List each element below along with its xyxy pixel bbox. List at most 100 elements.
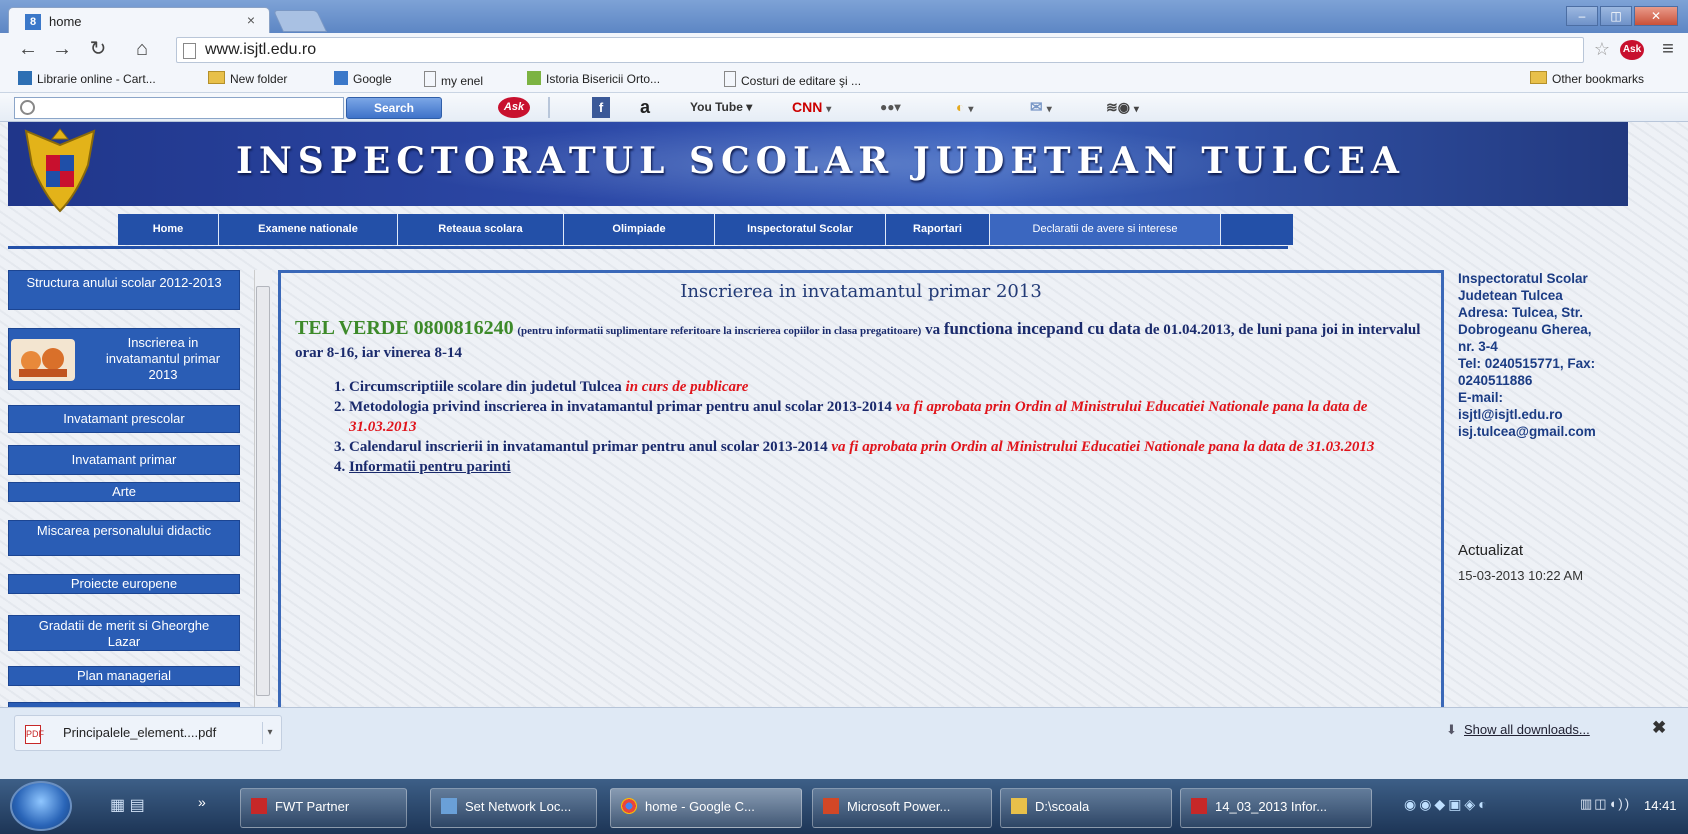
menu-icon[interactable]: ≡ bbox=[1656, 38, 1680, 62]
tab-close-button[interactable]: × bbox=[247, 12, 255, 28]
task-pdf[interactable]: 14_03_2013 Infor... bbox=[1180, 788, 1372, 828]
sidebar-scrollbar-thumb[interactable] bbox=[256, 286, 270, 696]
bookmark-google[interactable]: Google bbox=[334, 71, 392, 86]
network-icon bbox=[441, 798, 457, 814]
site-title: INSPECTORATUL SCOLAR JUDETEAN TULCEA bbox=[236, 140, 1405, 182]
show-all-downloads-link[interactable]: Show all downloads... bbox=[1464, 722, 1590, 737]
menu-home[interactable]: Home bbox=[118, 214, 219, 245]
steps-list: Circumscriptiile scolare din judetul Tul… bbox=[321, 377, 1431, 477]
close-icon[interactable]: ✖ bbox=[1652, 718, 1666, 738]
volume-network-icons[interactable]: ▥◫◖)) bbox=[1580, 796, 1631, 812]
facebook-icon[interactable]: f bbox=[592, 97, 610, 118]
page-icon bbox=[183, 43, 196, 59]
sidebar-item-inscrierea[interactable]: Inscrierea in invatamantul primar 2013 bbox=[8, 328, 240, 390]
search-icon bbox=[20, 100, 35, 115]
sidebar-item-invatamant-prescolar[interactable]: Invatamant prescolar bbox=[8, 405, 240, 433]
maximize-button[interactable]: ◫ bbox=[1600, 6, 1632, 26]
home-icon[interactable]: ⌂ bbox=[130, 38, 154, 62]
folder-icon bbox=[1530, 71, 1547, 84]
download-item[interactable]: PDF Principalele_element....pdf ▾ bbox=[14, 715, 282, 751]
menu-divider bbox=[8, 246, 1288, 249]
bookmark-new-folder[interactable]: New folder bbox=[208, 71, 287, 86]
main-content: Inscrierea in invatamantul primar 2013 T… bbox=[278, 270, 1444, 707]
folder-icon bbox=[1011, 798, 1027, 814]
back-icon[interactable]: ← bbox=[16, 38, 40, 62]
close-window-button[interactable]: ✕ bbox=[1634, 6, 1678, 26]
mail-icon[interactable]: ✉ ▾ bbox=[1030, 97, 1080, 118]
sidebar-item-arte[interactable]: Arte bbox=[8, 482, 240, 502]
clock[interactable]: 14:41 bbox=[1644, 798, 1677, 813]
reload-icon[interactable]: ↻ bbox=[86, 38, 110, 62]
youtube-icon[interactable]: You Tube ▾ bbox=[690, 97, 768, 118]
menu-inspectoratul-scolar[interactable]: Inspectoratul Scolar bbox=[715, 214, 886, 245]
task-set-network[interactable]: Set Network Loc... bbox=[430, 788, 597, 828]
address-bar[interactable]: www.isjtl.edu.ro bbox=[176, 37, 1584, 63]
amazon-icon[interactable]: a bbox=[640, 97, 658, 118]
ask-extension-icon[interactable]: Ask bbox=[1620, 40, 1644, 60]
quick-launch-icons[interactable]: ▦ ▤ bbox=[110, 795, 150, 819]
download-arrow-icon: ⬇ bbox=[1446, 722, 1457, 737]
cnn-icon[interactable]: CNN ▾ bbox=[792, 97, 858, 118]
sun-icon[interactable]: ◐ ▾ bbox=[956, 97, 1006, 118]
tab-home[interactable]: 8 home × bbox=[8, 7, 270, 34]
other-bookmarks[interactable]: Other bookmarks bbox=[1530, 71, 1644, 86]
informatii-parinti-link[interactable]: Informatii pentru parinti bbox=[349, 459, 511, 475]
sidebar: Structura anului scolar 2012-2013 Inscri… bbox=[8, 270, 240, 707]
page-title: Inscrierea in invatamantul primar 2013 bbox=[680, 281, 1042, 302]
tel-verde-paragraph: TEL VERDE 0800816240 (pentru informatii … bbox=[295, 317, 1421, 361]
chevron-down-icon[interactable]: ▾ bbox=[262, 722, 277, 744]
system-tray: ◉◉◆▣◈◐ ▥◫◖)) 14:41 bbox=[1400, 788, 1688, 826]
toolbar-search-button[interactable]: Search bbox=[346, 97, 442, 119]
sidebar-item-invatamant-primar[interactable]: Invatamant primar bbox=[8, 445, 240, 475]
pdf-icon: PDF bbox=[25, 725, 44, 744]
menu-examene-nationale[interactable]: Examene nationale bbox=[219, 214, 398, 245]
tab-title: home bbox=[49, 14, 82, 29]
coat-of-arms-logo bbox=[16, 125, 104, 215]
sidebar-item-plan-managerial[interactable]: Plan managerial bbox=[8, 666, 240, 686]
toolbar-search-input[interactable] bbox=[14, 97, 344, 119]
menu-raportari[interactable]: Raportari bbox=[886, 214, 990, 245]
email-link[interactable]: isjtl@isjtl.edu.ro bbox=[1458, 406, 1678, 423]
task-powerpoint[interactable]: Microsoft Power... bbox=[812, 788, 992, 828]
bookmarks-bar: Librarie online - Cart... New folder Goo… bbox=[0, 66, 1688, 93]
quick-launch-chevron-icon[interactable]: » bbox=[198, 794, 206, 810]
list-item: Informatii pentru parinti bbox=[349, 457, 1431, 477]
list-item: Circumscriptiile scolare din judetul Tul… bbox=[349, 377, 1431, 397]
minimize-button[interactable]: – bbox=[1566, 6, 1598, 26]
main-menu: Home Examene nationale Reteaua scolara O… bbox=[118, 214, 1293, 245]
download-filename: Principalele_element....pdf bbox=[63, 725, 217, 740]
bookmark-costuri[interactable]: Costuri de editare şi ... bbox=[724, 71, 861, 88]
bookmark-istoria[interactable]: Istoria Bisericii Orto... bbox=[527, 71, 660, 86]
updated-label: Actualizat bbox=[1458, 542, 1524, 559]
task-scoala-folder[interactable]: D:\scoala bbox=[1000, 788, 1172, 828]
menu-declaratii[interactable]: Declaratii de avere si interese bbox=[990, 214, 1221, 245]
task-fwt-partner[interactable]: FWT Partner bbox=[240, 788, 407, 828]
menu-reteaua-scolara[interactable]: Reteaua scolara bbox=[398, 214, 564, 245]
tel-verde: TEL VERDE 0800816240 bbox=[295, 317, 514, 339]
tray-icons[interactable]: ◉◉◆▣◈◐ bbox=[1404, 796, 1490, 813]
weather-icon[interactable]: ●●▾ bbox=[880, 97, 930, 118]
updated-date: 15-03-2013 10:22 AM bbox=[1458, 568, 1584, 583]
start-button[interactable] bbox=[10, 781, 72, 831]
email-link[interactable]: isj.tulcea@gmail.com bbox=[1458, 423, 1678, 440]
bookmark-librarie[interactable]: Librarie online - Cart... bbox=[18, 71, 156, 86]
sidebar-item-proiecte-europene[interactable]: Proiecte europene bbox=[8, 574, 240, 594]
task-chrome[interactable]: home - Google C... bbox=[610, 788, 802, 828]
radio-icon[interactable]: ≋◉ ▾ bbox=[1106, 97, 1162, 118]
children-image bbox=[11, 339, 75, 381]
sidebar-item-gradatii-de-merit[interactable]: Gradatii de merit si Gheorghe Lazar bbox=[8, 615, 240, 651]
powerpoint-icon bbox=[823, 798, 839, 814]
ask-logo-icon[interactable]: Ask bbox=[498, 97, 530, 118]
chrome-icon bbox=[621, 798, 637, 814]
sidebar-item-structura[interactable]: Structura anului scolar 2012-2013 bbox=[8, 270, 240, 310]
page-icon bbox=[724, 71, 736, 87]
google-icon bbox=[334, 71, 348, 85]
site-icon bbox=[527, 71, 541, 85]
sidebar-item-miscarea-personalului[interactable]: Miscarea personalului didactic bbox=[8, 520, 240, 556]
star-icon[interactable]: ☆ bbox=[1590, 38, 1614, 62]
bookmark-my-enel[interactable]: my enel bbox=[424, 71, 483, 88]
list-item: Metodologia privind inscrierea in invata… bbox=[349, 397, 1431, 437]
web-page: INSPECTORATUL SCOLAR JUDETEAN TULCEA Hom… bbox=[0, 122, 1688, 707]
menu-olimpiade[interactable]: Olimpiade bbox=[564, 214, 715, 245]
forward-icon[interactable]: → bbox=[50, 38, 74, 62]
